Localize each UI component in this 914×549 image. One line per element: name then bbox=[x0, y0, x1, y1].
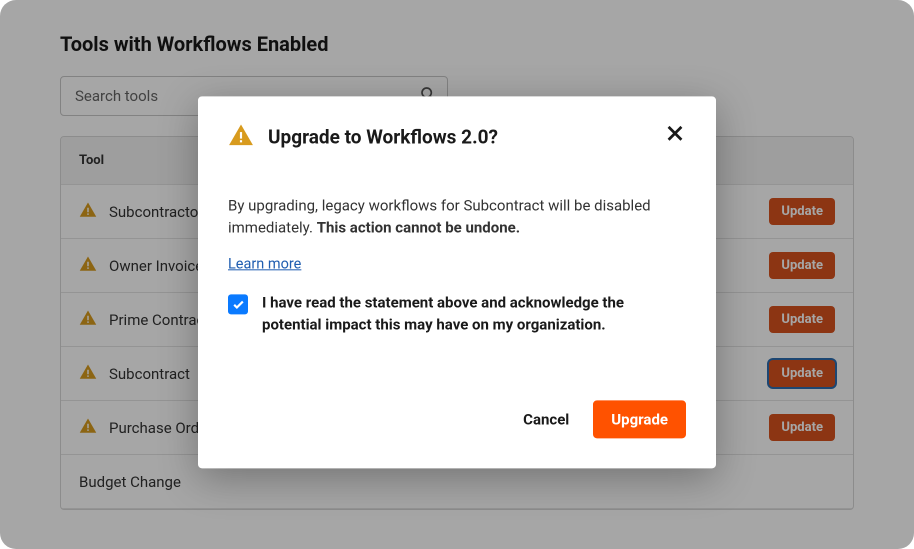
ack-text: I have read the statement above and ackn… bbox=[262, 293, 686, 337]
modal-body: By upgrading, legacy workflows for Subco… bbox=[228, 194, 686, 336]
ack-checkbox[interactable] bbox=[228, 295, 248, 315]
close-icon[interactable] bbox=[664, 122, 686, 148]
upgrade-button[interactable]: Upgrade bbox=[593, 400, 686, 438]
modal-body-bold: This action cannot be undone. bbox=[317, 218, 520, 236]
upgrade-modal: Upgrade to Workflows 2.0? By upgrading, … bbox=[198, 96, 716, 468]
learn-more-link[interactable]: Learn more bbox=[228, 253, 301, 275]
cancel-button[interactable]: Cancel bbox=[523, 410, 569, 428]
modal-title: Upgrade to Workflows 2.0? bbox=[268, 125, 498, 148]
warning-icon bbox=[228, 122, 254, 152]
